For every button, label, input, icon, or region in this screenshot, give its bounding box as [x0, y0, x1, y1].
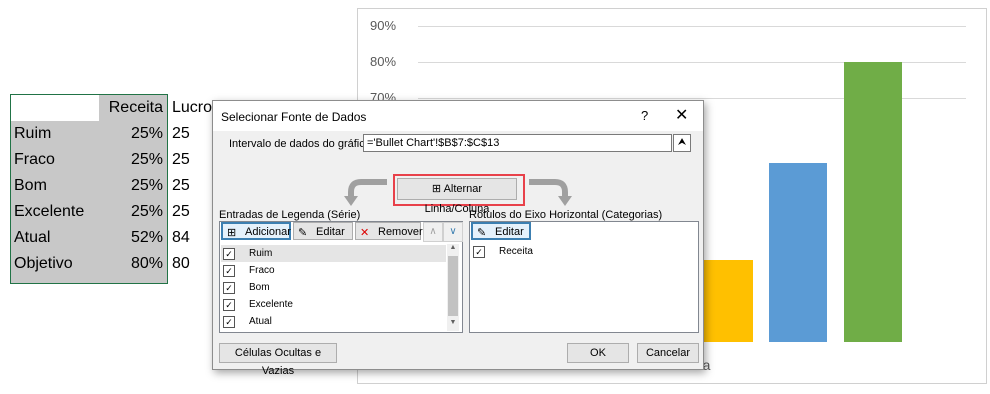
categories-label: Rótulos do Eixo Horizontal (Categorias) — [469, 209, 663, 221]
lucro-cell[interactable]: 80 — [172, 255, 190, 273]
collapse-dialog-icon[interactable]: ⮝ — [673, 134, 691, 152]
list-item[interactable]: ✓ Receita — [471, 243, 696, 260]
chart-bar[interactable] — [769, 162, 827, 342]
row-label[interactable]: Atual — [14, 225, 50, 251]
item-label: Ruim — [249, 248, 273, 259]
series-scrollbar[interactable]: ▲ ▼ — [447, 244, 459, 331]
row-value[interactable]: 80% — [131, 251, 163, 277]
ok-button[interactable]: OK — [567, 343, 629, 363]
scroll-down-icon[interactable]: ▼ — [447, 319, 459, 331]
header-row: Receita — [11, 95, 167, 121]
edit-categories-button[interactable]: ✎ Editar — [471, 222, 531, 240]
table-row[interactable]: Bom 25% — [11, 173, 167, 199]
table-row[interactable]: Atual 52% — [11, 225, 167, 251]
checkbox[interactable]: ✓ — [223, 265, 235, 277]
item-label: Receita — [499, 246, 533, 257]
edit-label: Editar — [316, 226, 345, 238]
edit-icon: ✎ — [477, 227, 487, 239]
cancel-button[interactable]: Cancelar — [637, 343, 699, 363]
table-row[interactable]: Fraco 25% — [11, 147, 167, 173]
checkbox[interactable]: ✓ — [223, 299, 235, 311]
scroll-up-icon[interactable]: ▲ — [447, 244, 459, 256]
scroll-thumb[interactable] — [448, 256, 458, 316]
checkbox[interactable]: ✓ — [223, 282, 235, 294]
list-item[interactable]: ✓ Excelente — [221, 296, 446, 313]
lucro-cell[interactable]: 25 — [172, 125, 190, 143]
add-series-button[interactable]: ⊞ Adicionar — [221, 222, 291, 240]
row-value[interactable]: 52% — [131, 225, 163, 251]
remove-label: Remover — [378, 226, 423, 238]
checkbox[interactable]: ✓ — [473, 246, 485, 258]
close-icon[interactable]: ✕ — [675, 105, 688, 125]
curved-arrow-left-icon — [344, 179, 387, 206]
row-label[interactable]: Bom — [14, 173, 47, 199]
help-button[interactable]: ? — [641, 108, 648, 123]
row-value[interactable]: 25% — [131, 199, 163, 225]
item-label: Excelente — [249, 299, 293, 310]
list-item[interactable]: ✓ Ruim — [221, 245, 446, 262]
series-label: Entradas de Legenda (Série) — [219, 209, 361, 221]
item-label: Bom — [249, 282, 270, 293]
series-list[interactable]: ✓ Ruim ✓ Fraco ✓ Bom ✓ Excelente ✓ Atual — [219, 244, 447, 330]
item-label: Atual — [249, 316, 272, 327]
edit-series-button[interactable]: ✎ Editar — [293, 222, 353, 240]
lucro-cell[interactable]: 25 — [172, 177, 190, 195]
spreadsheet-range[interactable]: Receita Ruim 25% Fraco 25% Bom 25% Excel… — [10, 94, 168, 284]
row-label[interactable]: Objetivo — [14, 251, 73, 277]
table-row[interactable]: Excelente 25% — [11, 199, 167, 225]
move-up-icon[interactable]: ∧ — [423, 222, 443, 242]
row-value[interactable]: 25% — [131, 121, 163, 147]
row-label[interactable]: Excelente — [14, 199, 84, 225]
hidden-empty-cells-button[interactable]: Células Ocultas e Vazias — [219, 343, 337, 377]
gridline — [418, 26, 966, 27]
curved-arrow-right-icon — [529, 179, 572, 206]
add-label: Adicionar — [245, 226, 291, 238]
y-tick-label: 90% — [370, 18, 397, 33]
remove-series-button[interactable]: ✕ Remover — [355, 222, 423, 240]
lucro-header[interactable]: Lucro — [172, 99, 212, 117]
edit-icon: ✎ — [298, 227, 308, 239]
y-tick-label: 80% — [370, 54, 397, 69]
dialog-title: Selecionar Fonte de Dados — [221, 110, 367, 124]
list-item[interactable]: ✓ Bom — [221, 279, 446, 296]
list-item[interactable]: ✓ Fraco — [221, 262, 446, 279]
move-down-icon[interactable]: ∨ — [443, 222, 463, 242]
chart-bar[interactable] — [844, 62, 902, 342]
list-item[interactable]: ✓ Atual — [221, 313, 446, 330]
header-cell-receita[interactable]: Receita — [109, 95, 163, 121]
lucro-cell[interactable]: 25 — [172, 203, 190, 221]
table-row[interactable]: Ruim 25% — [11, 121, 167, 147]
select-data-source-dialog: Selecionar Fonte de Dados ? ✕ Intervalo … — [212, 100, 704, 377]
dialog-titlebar: Selecionar Fonte de Dados ? ✕ — [213, 101, 703, 131]
edit-label: Editar — [495, 226, 524, 238]
table-row[interactable]: Objetivo 80% — [11, 251, 167, 277]
range-label: Intervalo de dados do gráfico: — [229, 138, 374, 150]
lucro-cell[interactable]: 84 — [172, 229, 190, 247]
add-icon: ⊞ — [227, 227, 237, 239]
range-input[interactable]: ='Bullet Chart'!$B$7:$C$13 — [363, 134, 672, 152]
checkbox[interactable]: ✓ — [223, 248, 235, 260]
switch-grid-icon: ⊞ — [431, 183, 444, 195]
lucro-cell[interactable]: 25 — [172, 151, 190, 169]
switch-row-column-button[interactable]: ⊞ Alternar Linha/Coluna — [397, 178, 517, 215]
row-value[interactable]: 25% — [131, 147, 163, 173]
row-label[interactable]: Fraco — [14, 147, 55, 173]
item-label: Fraco — [249, 265, 275, 276]
checkbox[interactable]: ✓ — [223, 316, 235, 328]
row-label[interactable]: Ruim — [14, 121, 51, 147]
remove-icon: ✕ — [360, 227, 370, 239]
row-value[interactable]: 25% — [131, 173, 163, 199]
